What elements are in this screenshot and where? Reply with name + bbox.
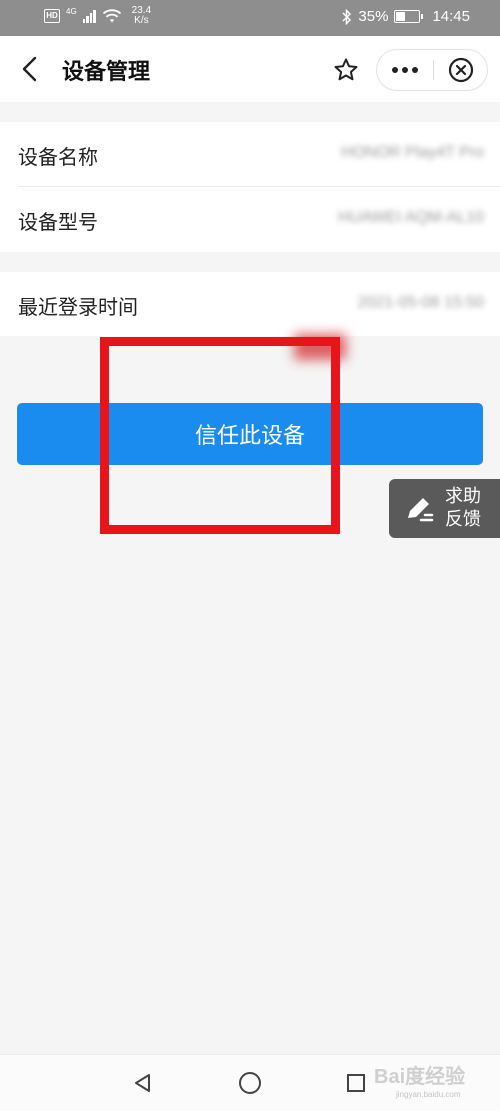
circle-home-icon xyxy=(239,1072,261,1094)
device-model-label: 设备型号 xyxy=(18,210,98,234)
status-right: 35% 14:45 xyxy=(342,8,470,25)
last-login-row: 最近登录时间 2021-05-08 15:50 xyxy=(0,272,500,336)
bluetooth-icon xyxy=(342,8,352,25)
hd-icon: HD xyxy=(44,9,60,23)
page-title: 设备管理 xyxy=(62,60,151,85)
device-model-value: HUAWEI AQM-AL10 xyxy=(337,209,484,226)
annotation-highlight-box xyxy=(100,337,340,534)
system-home-button[interactable] xyxy=(237,1070,263,1096)
status-bar: HD 4G 23.4 K/s 35% 14:45 xyxy=(0,0,500,36)
mini-program-capsule xyxy=(376,49,488,91)
network-type: 4G xyxy=(66,6,77,16)
watermark-brand: Bai度经验 xyxy=(374,1066,466,1088)
more-dots-icon xyxy=(392,67,418,73)
battery-percent: 35% xyxy=(358,8,389,25)
feedback-button[interactable]: 求助 反馈 xyxy=(389,479,500,538)
close-button[interactable] xyxy=(434,50,488,90)
signal-icon xyxy=(82,9,96,23)
last-login-value: 2021-05-08 15:50 xyxy=(357,294,484,311)
back-button[interactable] xyxy=(14,52,48,86)
square-recents-icon xyxy=(347,1074,365,1092)
edit-pencil-icon xyxy=(408,498,434,522)
triangle-back-icon xyxy=(135,1074,150,1092)
device-model-row: 设备型号 HUAWEI AQM-AL10 xyxy=(0,187,500,252)
network-speed: 23.4 K/s xyxy=(132,6,151,26)
feedback-label: 求助 反馈 xyxy=(445,486,481,530)
device-name-value: HONOR Play4T Pro xyxy=(341,144,484,161)
favorite-button[interactable] xyxy=(324,52,368,88)
status-left: HD 4G 23.4 K/s xyxy=(44,6,151,26)
close-circle-icon xyxy=(448,57,474,83)
device-name-label: 设备名称 xyxy=(18,145,98,169)
more-button[interactable] xyxy=(377,50,433,90)
login-info-group: 最近登录时间 2021-05-08 15:50 xyxy=(0,272,500,336)
wifi-icon xyxy=(102,9,121,23)
last-login-label: 最近登录时间 xyxy=(18,295,138,319)
nav-bar: 设备管理 xyxy=(0,36,500,102)
baidu-watermark: Bai度经验 jingyan.baidu.com xyxy=(374,1060,474,1099)
speed-unit: K/s xyxy=(134,15,149,26)
system-back-button[interactable] xyxy=(130,1070,156,1096)
clock: 14:45 xyxy=(432,8,470,25)
watermark-url: jingyan.baidu.com xyxy=(396,1090,461,1099)
device-info-group: 设备名称 HONOR Play4T Pro 设备型号 HUAWEI AQM-AL… xyxy=(0,122,500,252)
battery-icon xyxy=(394,10,424,23)
system-recents-button[interactable] xyxy=(343,1070,369,1096)
chevron-left-icon xyxy=(22,56,37,82)
star-icon xyxy=(334,58,358,81)
device-name-row: 设备名称 HONOR Play4T Pro xyxy=(0,122,500,187)
